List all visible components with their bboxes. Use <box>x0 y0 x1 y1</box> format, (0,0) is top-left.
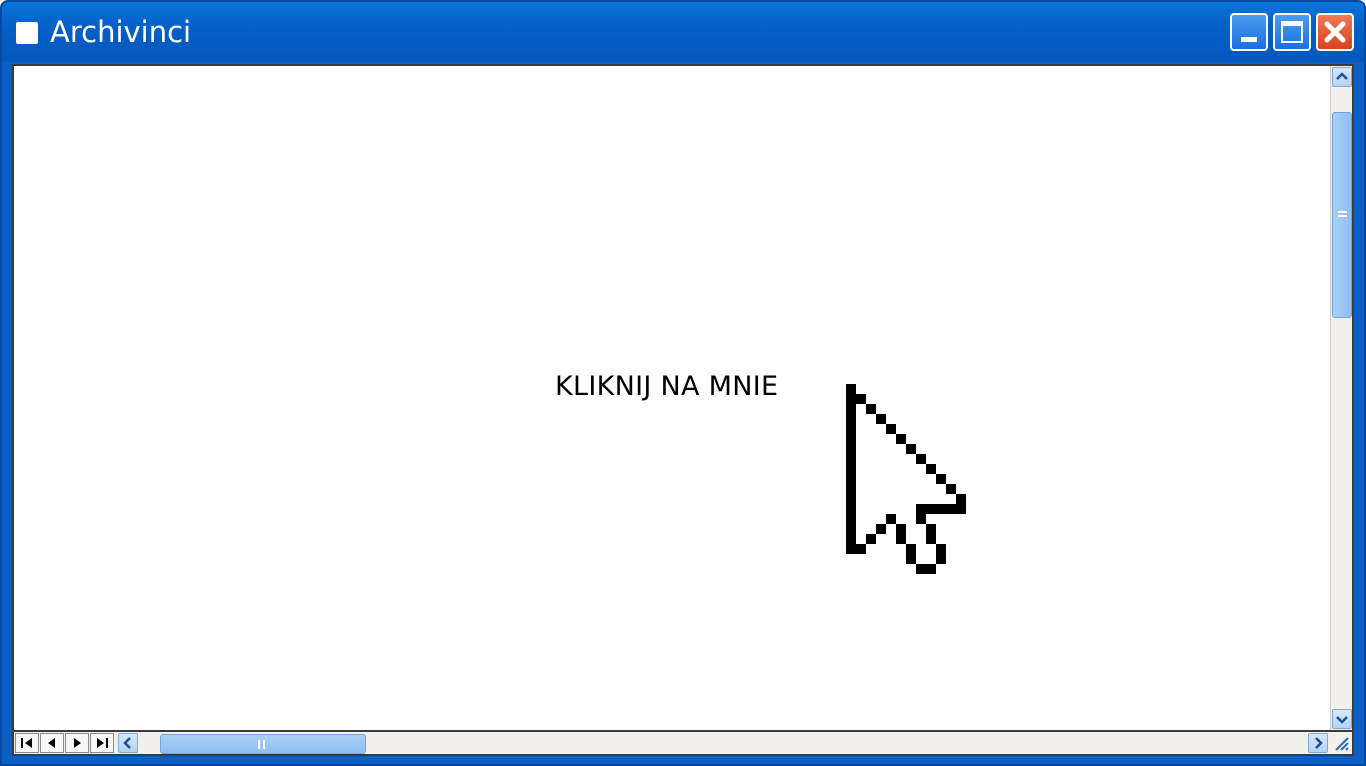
chevron-down-icon <box>1336 716 1348 724</box>
previous-record-button[interactable] <box>40 733 64 753</box>
play-left-icon <box>48 738 55 748</box>
app-icon[interactable] <box>16 22 38 44</box>
skip-to-last-icon <box>97 738 108 748</box>
vertical-scroll-thumb[interactable] <box>1332 112 1352 318</box>
pixel-arrow-cursor-icon <box>846 384 966 574</box>
minimize-icon <box>1241 37 1257 42</box>
chevron-right-icon <box>1315 737 1323 749</box>
last-record-button[interactable] <box>90 733 114 753</box>
close-icon <box>1324 21 1346 43</box>
bottom-navigation-bar <box>14 730 1330 754</box>
app-window: Archivinci KLIKNIJ NA MNIE <box>0 0 1366 766</box>
skip-to-first-icon <box>21 738 32 748</box>
resize-grip[interactable] <box>1330 730 1352 754</box>
resize-grip-icon <box>1335 737 1349 751</box>
maximize-button[interactable] <box>1273 13 1311 51</box>
scroll-right-button[interactable] <box>1308 733 1328 753</box>
chevron-left-icon <box>123 737 131 749</box>
grip-icon <box>1338 211 1347 217</box>
grip-icon <box>258 740 265 749</box>
vertical-scrollbar[interactable] <box>1330 66 1352 730</box>
client-area: KLIKNIJ NA MNIE <box>12 64 1354 756</box>
scroll-down-button[interactable] <box>1332 709 1352 729</box>
next-record-button[interactable] <box>65 733 89 753</box>
maximize-icon <box>1281 21 1303 43</box>
content-area: KLIKNIJ NA MNIE <box>14 66 1330 730</box>
first-record-button[interactable] <box>15 733 39 753</box>
chevron-up-icon <box>1336 72 1348 80</box>
play-right-icon <box>74 738 81 748</box>
click-me-label[interactable]: KLIKNIJ NA MNIE <box>555 369 778 405</box>
close-button[interactable] <box>1316 13 1354 51</box>
window-title: Archivinci <box>50 15 192 49</box>
horizontal-scroll-thumb[interactable] <box>160 734 366 754</box>
title-bar[interactable]: Archivinci <box>2 2 1364 62</box>
minimize-button[interactable] <box>1230 13 1268 51</box>
horizontal-scroll-track[interactable] <box>140 733 1306 754</box>
scroll-up-button[interactable] <box>1332 67 1352 87</box>
scroll-left-button[interactable] <box>118 733 138 753</box>
